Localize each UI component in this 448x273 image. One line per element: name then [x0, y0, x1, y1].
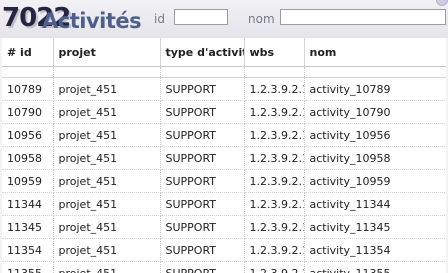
cell-id: 10790 — [2, 100, 54, 124]
cell-type: SUPPORT — [160, 123, 245, 147]
cell-nom: activity_10959 — [304, 169, 446, 193]
cell-nom: activity_11354 — [304, 238, 446, 262]
cell-projet: projet_451 — [53, 261, 161, 273]
id-filter-input[interactable] — [174, 9, 228, 25]
table-row[interactable]: 11344 projet_451 SUPPORT 1.2.3.9.2.1 activit… — [2, 192, 446, 216]
cell-id: 11345 — [2, 215, 54, 239]
page-title-text: Activités — [42, 9, 142, 33]
table-spacer-row — [2, 66, 446, 78]
cell-nom: activity_10956 — [304, 123, 446, 147]
cell-type: SUPPORT — [160, 192, 245, 216]
cell-nom: activity_10958 — [304, 146, 446, 170]
cell-id: 10956 — [2, 123, 54, 147]
cell-nom: activity_11345 — [304, 215, 446, 239]
activities-table: # id projet type d'activité wbs nom 1078… — [2, 38, 446, 273]
cell-projet: projet_451 — [53, 238, 161, 262]
cell-type: SUPPORT — [160, 100, 245, 124]
cell-nom: activity_10789 — [304, 77, 446, 101]
cell-id: 11354 — [2, 238, 54, 262]
table-row[interactable]: 10958 projet_451 SUPPORT 1.2.3.9.2.1 activit… — [2, 146, 446, 170]
cell-wbs: 1.2.3.9.2.1 — [244, 238, 305, 262]
decoration-circle-icon — [436, 0, 448, 6]
cell-id: 11344 — [2, 192, 54, 216]
cell-wbs: 1.2.3.9.2.1 — [244, 169, 305, 193]
table-body: 10789 projet_451 SUPPORT 1.2.3.9.2.1 activit… — [2, 66, 446, 273]
cell-wbs: 1.2.3.9.2.1 — [244, 192, 305, 216]
cell-wbs: 1.2.3.9.2.1 — [244, 261, 305, 273]
table-header-row: # id projet type d'activité wbs nom — [2, 38, 446, 67]
cell-id: 11355 — [2, 261, 54, 273]
cell-projet: projet_451 — [53, 192, 161, 216]
table-row[interactable]: 10959 projet_451 SUPPORT 1.2.3.9.2.1 activit… — [2, 169, 446, 193]
cell-type: SUPPORT — [160, 77, 245, 101]
cell-nom: activity_10790 — [304, 100, 446, 124]
table-row[interactable]: 10790 projet_451 SUPPORT 1.2.3.9.2.1 activit… — [2, 100, 446, 124]
cell-wbs: 1.2.3.9.2.1 — [244, 77, 305, 101]
table-row[interactable]: 10956 projet_451 SUPPORT 1.2.3.9.2.1 activit… — [2, 123, 446, 147]
cell-wbs: 1.2.3.9.2.1 — [244, 146, 305, 170]
column-header-wbs[interactable]: wbs — [244, 38, 305, 67]
nom-filter-input[interactable] — [280, 9, 446, 25]
cell-projet: projet_451 — [53, 169, 161, 193]
column-header-projet[interactable]: projet — [53, 38, 161, 67]
cell-type: SUPPORT — [160, 215, 245, 239]
cell-id: 10789 — [2, 77, 54, 101]
table-row[interactable]: 11345 projet_451 SUPPORT 1.2.3.9.2.1 activit… — [2, 215, 446, 239]
top-bar: 7022 Activités id nom — [0, 0, 448, 38]
cell-nom: activity_11355 — [304, 261, 446, 273]
nom-filter-label: nom — [248, 12, 275, 26]
column-header-type[interactable]: type d'activité — [160, 38, 245, 67]
id-filter-label: id — [154, 12, 165, 26]
cell-nom: activity_11344 — [304, 192, 446, 216]
cell-projet: projet_451 — [53, 123, 161, 147]
cell-wbs: 1.2.3.9.2.1 — [244, 100, 305, 124]
cell-type: SUPPORT — [160, 146, 245, 170]
cell-projet: projet_451 — [53, 146, 161, 170]
cell-type: SUPPORT — [160, 238, 245, 262]
cell-wbs: 1.2.3.9.2.1 — [244, 215, 305, 239]
table-row[interactable]: 10789 projet_451 SUPPORT 1.2.3.9.2.1 activit… — [2, 77, 446, 101]
cell-projet: projet_451 — [53, 100, 161, 124]
column-header-nom[interactable]: nom — [304, 38, 446, 67]
cell-type: SUPPORT — [160, 261, 245, 273]
cell-wbs: 1.2.3.9.2.1 — [244, 123, 305, 147]
activities-table-container: # id projet type d'activité wbs nom 1078… — [2, 38, 446, 273]
cell-id: 10959 — [2, 169, 54, 193]
cell-projet: projet_451 — [53, 215, 161, 239]
cell-projet: projet_451 — [53, 77, 161, 101]
column-header-id[interactable]: # id — [2, 38, 54, 67]
table-row[interactable]: 11355 projet_451 SUPPORT 1.2.3.9.2.1 activit… — [2, 261, 446, 273]
table-row[interactable]: 11354 projet_451 SUPPORT 1.2.3.9.2.1 activit… — [2, 238, 446, 262]
cell-id: 10958 — [2, 146, 54, 170]
page-title: 7022 Activités — [2, 3, 142, 35]
cell-type: SUPPORT — [160, 169, 245, 193]
